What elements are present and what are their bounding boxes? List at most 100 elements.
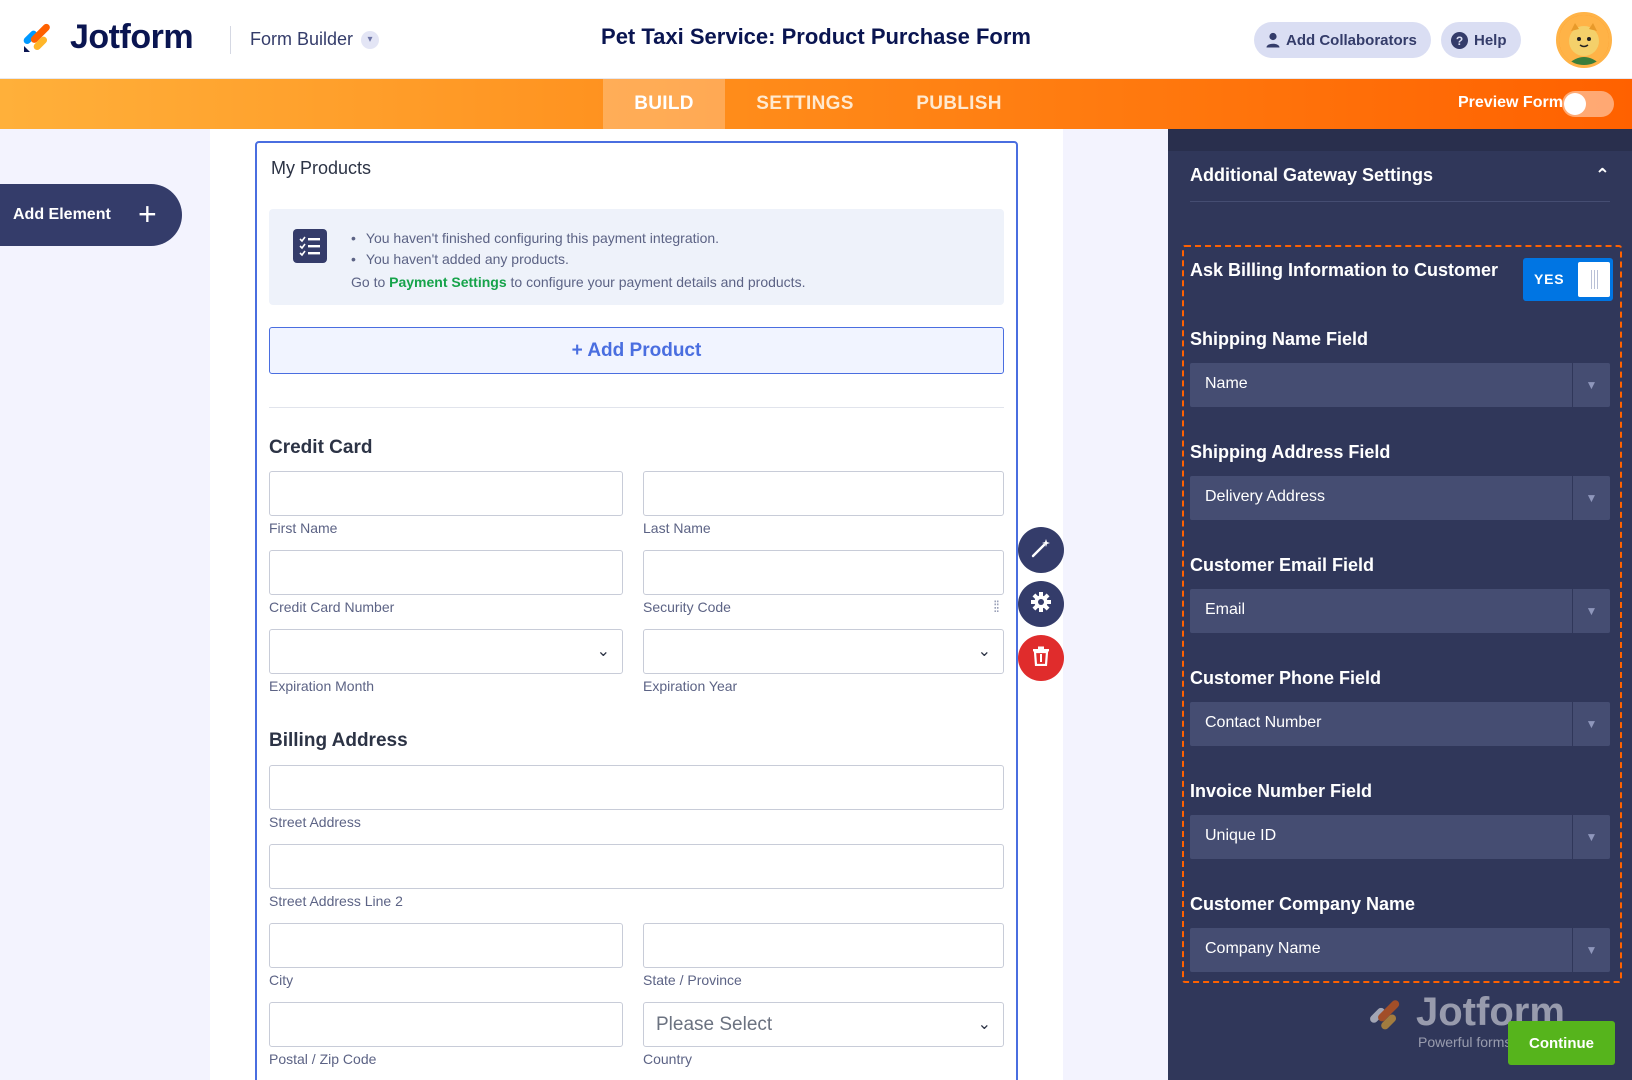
city-label: City — [269, 972, 294, 988]
security-code-label: Security Code — [643, 599, 731, 615]
toggle-yes-label: YES — [1534, 271, 1565, 287]
chevron-down-icon: ▾ — [361, 30, 380, 49]
chevron-down-icon: ⌄ — [596, 643, 610, 660]
dropdown-arrow-icon: ▼ — [1572, 589, 1610, 633]
goto-suffix: to configure your payment details and pr… — [510, 274, 806, 290]
country-placeholder: Please Select — [656, 1014, 773, 1035]
help-label: Help — [1474, 31, 1507, 49]
billing-info-label: Ask Billing Information to Customer — [1190, 260, 1499, 280]
form-canvas: My Products You haven't finished configu… — [210, 129, 1063, 1080]
notice-item: You haven't finished configuring this pa… — [351, 228, 719, 249]
delete-field-button[interactable] — [1018, 635, 1064, 681]
invoice-number-select[interactable]: Unique ID ▼ — [1190, 815, 1610, 859]
payment-notice: You haven't finished configuring this pa… — [269, 209, 1004, 305]
preview-form-label: Preview Form — [1458, 94, 1563, 111]
form-builder-label: Form Builder — [250, 29, 354, 49]
help-icon: ? — [1451, 31, 1468, 49]
wand-button[interactable] — [1018, 527, 1064, 573]
customer-email-select[interactable]: Email ▼ — [1190, 589, 1610, 633]
city-input[interactable] — [269, 923, 623, 968]
field-settings-button[interactable] — [1018, 581, 1064, 627]
shipping-address-select[interactable]: Delivery Address ▼ — [1190, 476, 1610, 520]
invoice-number-value: Unique ID — [1205, 827, 1277, 844]
dropdown-arrow-icon: ▼ — [1572, 363, 1610, 407]
notice-goto: Go to Payment Settings to configure your… — [351, 274, 805, 290]
add-element-button[interactable]: Add Element + — [0, 184, 182, 246]
shipping-name-label: Shipping Name Field — [1190, 329, 1369, 349]
notice-item: You haven't added any products. — [351, 249, 719, 270]
dropdown-arrow-icon: ▼ — [1572, 815, 1610, 859]
jotform-logo-icon — [20, 20, 56, 56]
user-icon — [1266, 32, 1280, 48]
country-select[interactable]: Please Select ⌄ — [643, 1002, 1004, 1047]
street-address-label: Street Address — [269, 814, 361, 830]
logo-text: Jotform — [70, 18, 194, 56]
first-name-label: First Name — [269, 520, 338, 536]
trash-icon — [1032, 646, 1050, 671]
first-name-input[interactable] — [269, 471, 623, 516]
tab-settings[interactable]: SETTINGS — [740, 79, 870, 129]
add-element-label: Add Element — [13, 206, 111, 223]
postal-code-input[interactable] — [269, 1002, 623, 1047]
tab-publish[interactable]: PUBLISH — [900, 79, 1018, 129]
state-label: State / Province — [643, 972, 742, 988]
postal-code-label: Postal / Zip Code — [269, 1051, 377, 1067]
street-address-line2-input[interactable] — [269, 844, 1004, 889]
gateway-settings-header[interactable]: Additional Gateway Settings ⌃ — [1190, 165, 1630, 203]
payment-field-card[interactable]: My Products You haven't finished configu… — [255, 141, 1018, 1080]
chevron-down-icon: ⌄ — [977, 1016, 991, 1033]
chevron-down-icon: ⌄ — [977, 643, 991, 660]
panel-divider — [1190, 201, 1610, 202]
jotform-logo[interactable]: Jotform — [20, 18, 194, 57]
gear-icon — [1030, 591, 1052, 618]
dropdown-arrow-icon: ▼ — [1572, 702, 1610, 746]
tab-build[interactable]: BUILD — [603, 79, 725, 129]
customer-phone-select[interactable]: Contact Number ▼ — [1190, 702, 1610, 746]
country-label: Country — [643, 1051, 693, 1067]
add-product-button[interactable]: + Add Product — [269, 327, 1004, 374]
properties-panel: Additional Gateway Settings ⌃ Ask Billin… — [1168, 129, 1632, 1080]
billing-address-heading: Billing Address — [269, 730, 408, 751]
billing-info-toggle[interactable]: YES — [1523, 258, 1613, 301]
goto-prefix: Go to — [351, 274, 386, 290]
section-divider — [269, 407, 1004, 408]
customer-email-value: Email — [1205, 601, 1246, 618]
last-name-label: Last Name — [643, 520, 711, 536]
last-name-input[interactable] — [643, 471, 1004, 516]
form-builder-dropdown[interactable]: Form Builder ▾ — [250, 29, 380, 50]
card-number-input[interactable] — [269, 550, 623, 595]
svg-text:?: ? — [1456, 34, 1463, 48]
help-button[interactable]: ? Help — [1441, 22, 1521, 58]
preview-form-toggle[interactable] — [1562, 91, 1614, 117]
top-header: Jotform Form Builder ▾ Pet Taxi Service:… — [0, 0, 1632, 79]
customer-company-label: Customer Company Name — [1190, 894, 1416, 914]
products-title: My Products — [271, 158, 372, 178]
add-collaborators-label: Add Collaborators — [1286, 31, 1417, 49]
street-address-input[interactable] — [269, 765, 1004, 810]
expiration-month-label: Expiration Month — [269, 678, 375, 694]
user-avatar[interactable] — [1556, 12, 1612, 68]
customer-phone-label: Customer Phone Field — [1190, 668, 1382, 688]
watermark-logo-icon — [1366, 996, 1406, 1041]
continue-button[interactable]: Continue — [1508, 1021, 1615, 1065]
dropdown-arrow-icon: ▼ — [1572, 476, 1610, 520]
customer-company-select[interactable]: Company Name ▼ — [1190, 928, 1610, 972]
shipping-name-value: Name — [1205, 375, 1248, 392]
expiration-month-select[interactable]: ⌄ — [269, 629, 623, 674]
payment-settings-link[interactable]: Payment Settings — [389, 274, 506, 290]
security-code-input[interactable] — [643, 550, 1004, 595]
expiration-year-label: Expiration Year — [643, 678, 738, 694]
notice-list: You haven't finished configuring this pa… — [351, 228, 719, 270]
shipping-address-label: Shipping Address Field — [1190, 442, 1391, 462]
gateway-settings-title: Additional Gateway Settings — [1190, 165, 1434, 185]
expiration-year-select[interactable]: ⌄ — [643, 629, 1004, 674]
toggle-knob — [1578, 262, 1610, 297]
credit-card-heading: Credit Card — [269, 437, 373, 458]
shipping-name-select[interactable]: Name ▼ — [1190, 363, 1610, 407]
state-input[interactable] — [643, 923, 1004, 968]
customer-phone-value: Contact Number — [1205, 714, 1322, 731]
builder-nav-bar: BUILD SETTINGS PUBLISH Preview Form — [0, 79, 1632, 129]
dropdown-arrow-icon: ▼ — [1572, 928, 1610, 972]
drag-handle-icon[interactable]: ⁞⁞ — [993, 600, 1000, 616]
add-collaborators-button[interactable]: Add Collaborators — [1254, 22, 1431, 58]
